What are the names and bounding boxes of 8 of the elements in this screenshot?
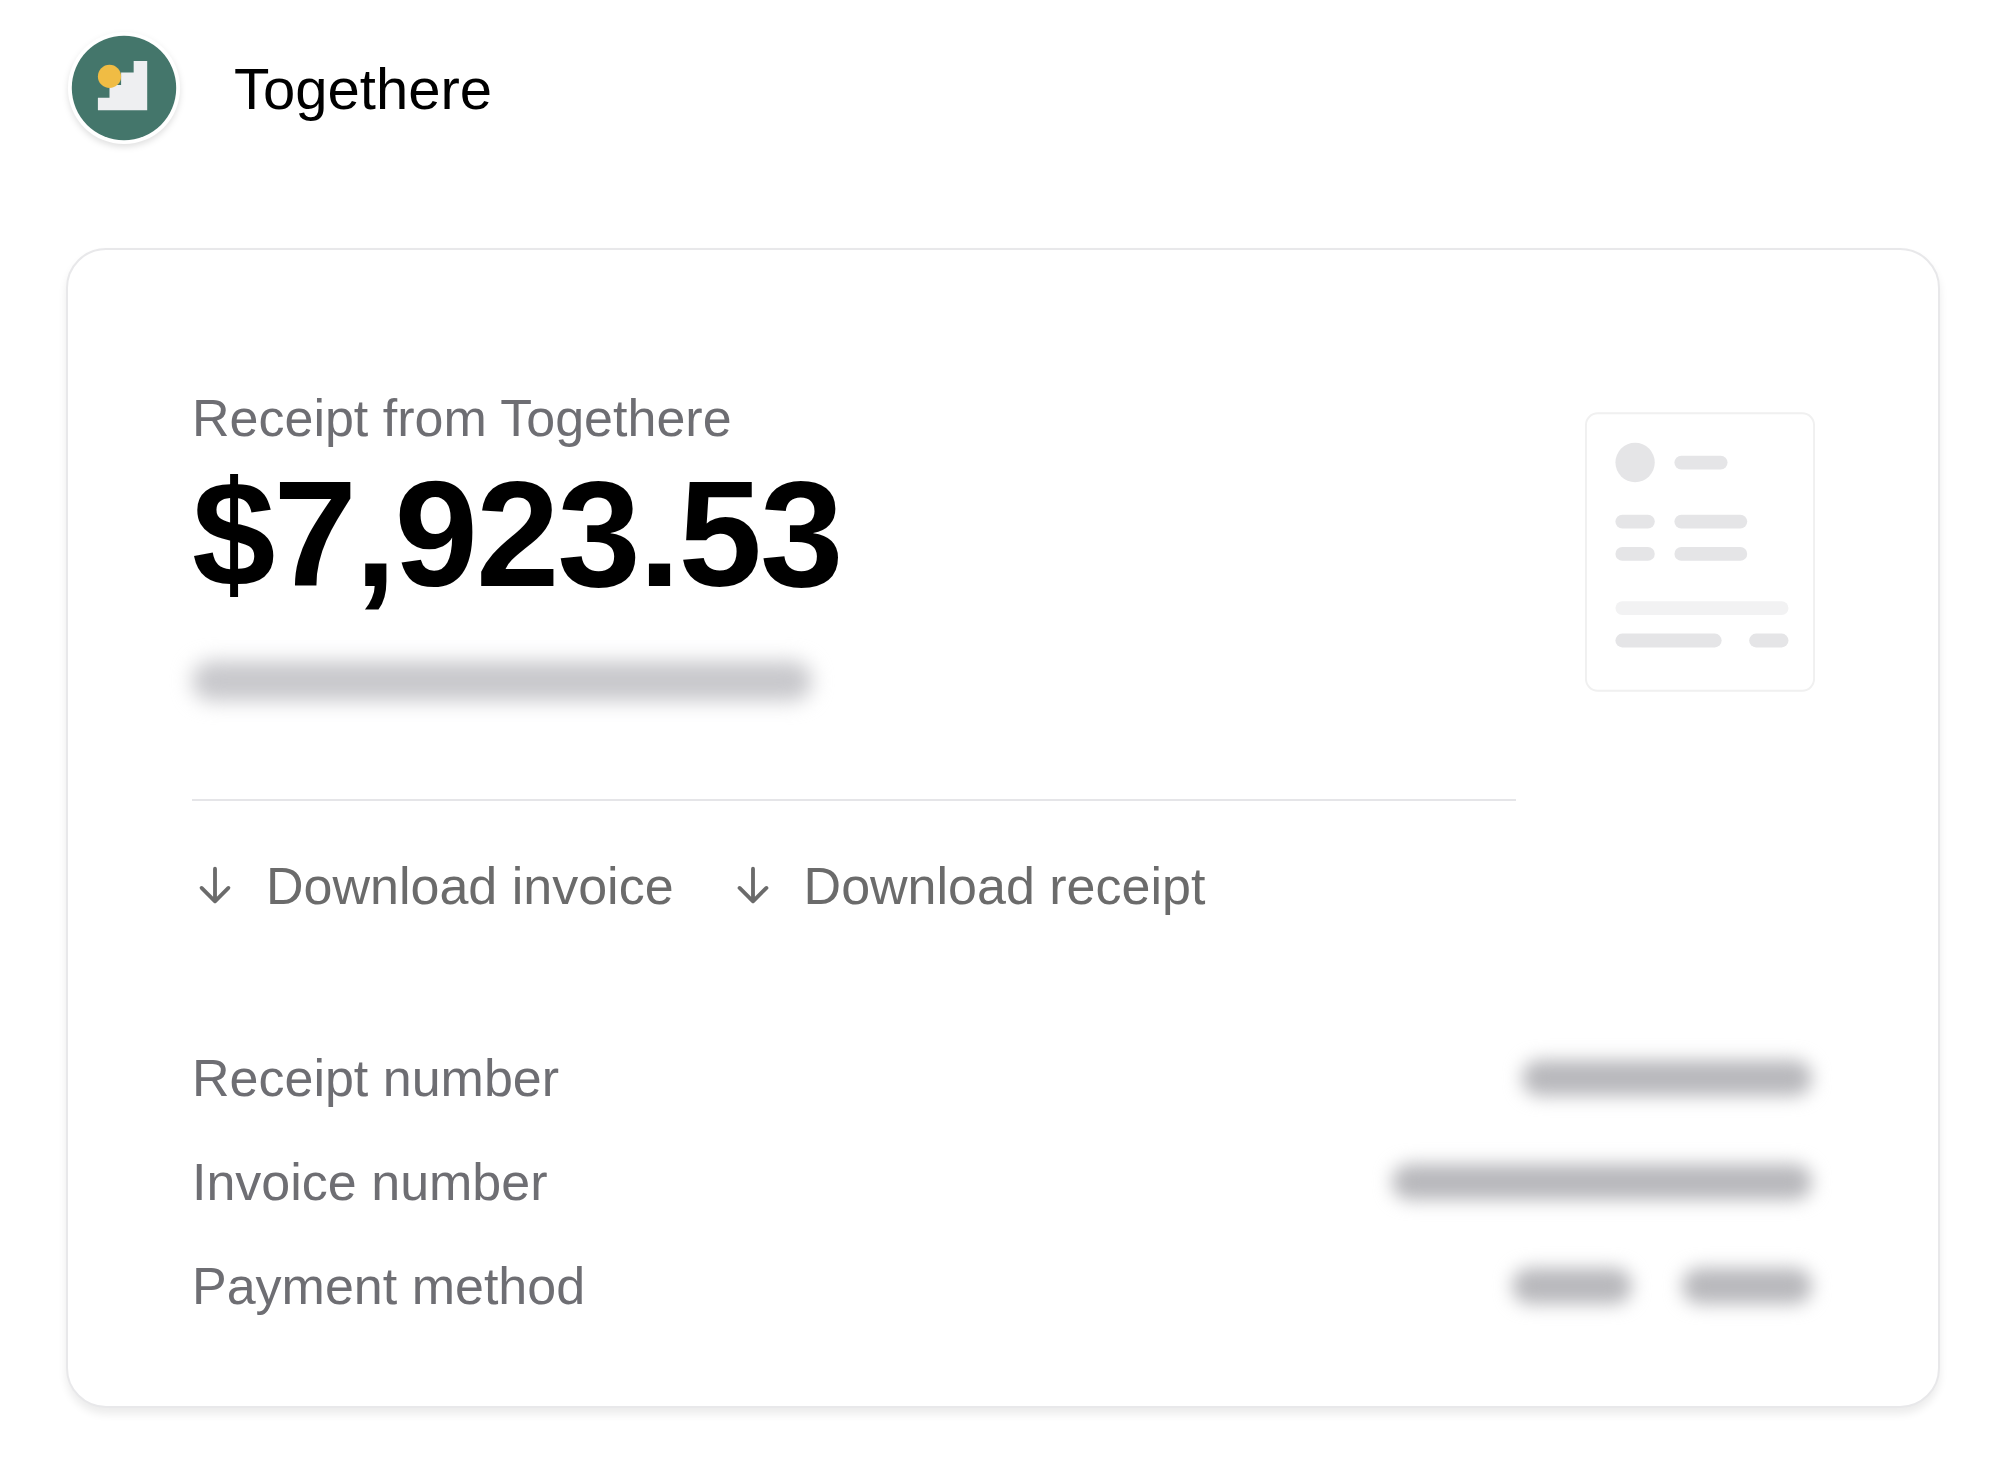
detail-label: Receipt number <box>192 1048 560 1109</box>
receipt-title: Receipt from Togethere <box>192 388 733 449</box>
amount: $7,923.53 <box>192 459 843 609</box>
brand-name: Togethere <box>234 54 492 123</box>
detail-label: Invoice number <box>192 1152 548 1213</box>
detail-label: Payment method <box>192 1256 586 1317</box>
download-link[interactable]: Download receipt <box>729 847 1206 925</box>
download-link[interactable]: Download invoice <box>192 847 674 925</box>
